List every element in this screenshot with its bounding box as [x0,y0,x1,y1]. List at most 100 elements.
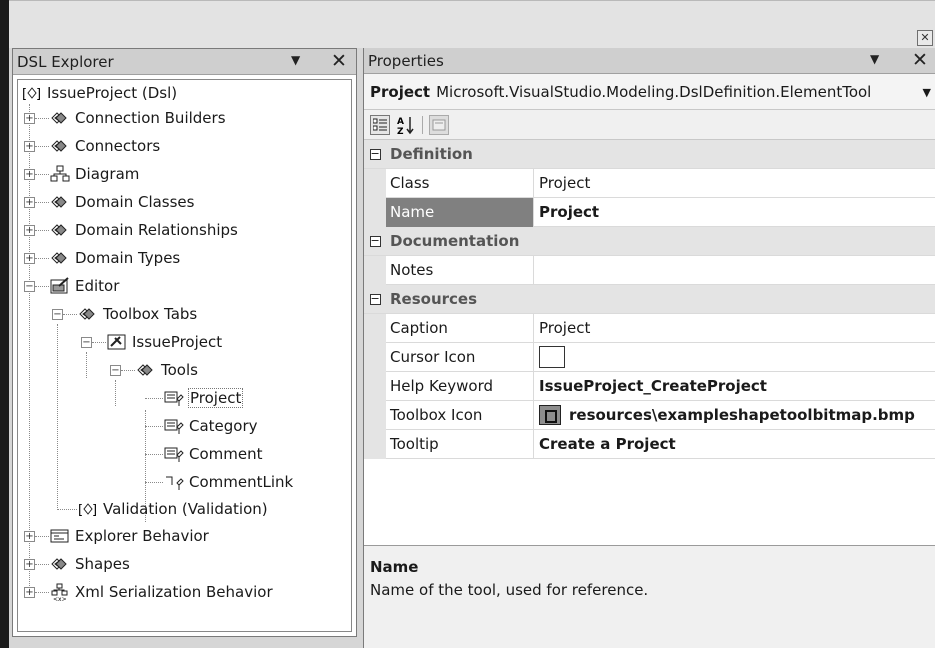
property-name: Caption [386,313,534,343]
category-resources[interactable]: − Resources [364,285,935,314]
dropdown-arrow-icon[interactable]: ▼ [870,52,879,66]
tree-node-category[interactable]: Category [164,413,258,439]
tree-node-commentlink[interactable]: CommentLink [164,469,293,495]
property-value[interactable]: resources\exampleshapetoolbitmap.bmp [534,401,935,430]
tree-node-root[interactable]: [] IssueProject (Dsl) [22,80,177,106]
chevron-down-icon[interactable]: ▼ [923,86,931,99]
domain-element-icon [136,361,156,379]
collapse-icon[interactable]: − [81,337,92,348]
tree-node-connection-builders[interactable]: Connection Builders [50,105,226,131]
close-icon[interactable]: ✕ [917,30,933,46]
property-name: Cursor Icon [386,342,534,372]
tree-node-toolbox-tabs[interactable]: Toolbox Tabs [78,301,197,327]
object-selector[interactable]: Project Microsoft.VisualStudio.Modeling.… [364,74,935,110]
property-value[interactable]: Project [534,169,935,198]
collapse-icon[interactable]: − [110,365,121,376]
collapse-icon[interactable]: − [369,235,381,247]
toolbar-separator [422,115,423,134]
expand-icon[interactable]: + [24,587,35,598]
tree-node-validation[interactable]: [] Validation (Validation) [78,496,268,522]
property-name: Toolbox Icon [386,400,534,430]
xml-serialization-icon: <x> [50,583,70,601]
close-icon[interactable]: ✕ [912,49,928,71]
expand-icon[interactable]: + [24,113,35,124]
close-icon[interactable]: ✕ [331,50,347,72]
expand-icon[interactable]: + [24,141,35,152]
tree-node-label: Domain Types [75,249,181,267]
property-value-text: resources\exampleshapetoolbitmap.bmp [569,406,915,424]
sort-alphabetical-icon[interactable]: AZ [396,115,416,135]
property-name: Tooltip [386,429,534,459]
category-documentation[interactable]: − Documentation [364,227,935,256]
bracket-diamond-icon: [] [22,84,42,102]
property-name: Help Keyword [386,371,534,401]
property-value[interactable]: Project [534,314,935,343]
property-value[interactable] [534,256,935,285]
tree-node-domain-types[interactable]: Domain Types [50,245,180,271]
tree-node-tools[interactable]: Tools [136,357,198,383]
explorer-title: DSL Explorer [17,52,114,71]
svg-text:A: A [397,117,404,127]
tree-node-label: CommentLink [189,473,294,491]
tree-node-connectors[interactable]: Connectors [50,133,160,159]
property-row-cursor-icon[interactable]: Cursor Icon [364,342,935,372]
tree-node-label: Domain Classes [75,193,195,211]
categorized-icon[interactable] [370,114,390,135]
description-text: Name of the tool, used for reference. [370,581,649,599]
property-row-help-keyword[interactable]: Help Keyword IssueProject_CreateProject [364,371,935,401]
collapse-icon[interactable]: − [52,309,63,320]
tree-node-label: Diagram [75,165,140,183]
tree-node-label: Explorer Behavior [75,527,209,545]
property-value[interactable]: IssueProject_CreateProject [534,372,935,401]
expand-icon[interactable]: + [24,559,35,570]
expand-icon[interactable]: + [24,253,35,264]
tree-node-label: Editor [75,277,120,295]
tree-node-issueproject-tab[interactable]: IssueProject [107,329,222,355]
tree-node-shapes[interactable]: Shapes [50,551,130,577]
property-pages-icon[interactable] [429,114,449,135]
object-type: Microsoft.VisualStudio.Modeling.DslDefin… [436,82,872,101]
properties-toolbar: AZ [364,110,935,140]
tree-node-domain-classes[interactable]: Domain Classes [50,189,194,215]
category-definition[interactable]: − Definition [364,140,935,169]
tree-node-label: Project [187,388,244,408]
property-value[interactable]: Project [534,198,935,227]
tree-node-project[interactable]: Project [164,385,244,411]
editor-icon [50,277,70,295]
property-row-notes[interactable]: Notes [364,255,935,285]
property-value[interactable] [534,343,935,372]
property-row-class[interactable]: Class Project [364,168,935,198]
domain-element-icon [50,221,70,239]
property-row-caption[interactable]: Caption Project [364,313,935,343]
tree-node-domain-relationships[interactable]: Domain Relationships [50,217,238,243]
description-pane: Name Name of the tool, used for referenc… [364,545,935,648]
expand-icon[interactable]: + [24,225,35,236]
domain-element-icon [50,137,70,155]
properties-panel: Properties ▼ ✕ Project Microsoft.VisualS… [363,48,935,648]
tree-node-comment[interactable]: Comment [164,441,263,467]
tool-icon [164,417,184,435]
tree-line [57,324,58,508]
collapse-icon[interactable]: − [369,293,381,305]
tree-line [86,352,87,378]
svg-text:[: [ [78,503,83,518]
collapse-icon[interactable]: − [369,148,381,160]
tree-node-label: IssueProject [132,333,223,351]
collapse-icon[interactable]: − [24,281,35,292]
dropdown-arrow-icon[interactable]: ▼ [291,53,300,67]
tree-node-explorer-behavior[interactable]: Explorer Behavior [50,523,209,549]
bitmap-icon [539,405,561,425]
connector-tool-icon [164,473,184,491]
property-row-toolbox-icon[interactable]: Toolbox Icon resources\exampleshapetoolb… [364,400,935,430]
property-row-name[interactable]: Name Project [364,197,935,227]
expand-icon[interactable]: + [24,197,35,208]
expand-icon[interactable]: + [24,531,35,542]
property-value[interactable]: Create a Project [534,430,935,459]
expand-icon[interactable]: + [24,169,35,180]
property-row-tooltip[interactable]: Tooltip Create a Project [364,429,935,459]
tree-node-editor[interactable]: Editor [50,273,119,299]
tree-node-diagram[interactable]: Diagram [50,161,139,187]
tree-node-xml-serialization[interactable]: <x> Xml Serialization Behavior [50,579,273,605]
tree-node-label: Connectors [75,137,161,155]
svg-text:[: [ [22,87,27,102]
